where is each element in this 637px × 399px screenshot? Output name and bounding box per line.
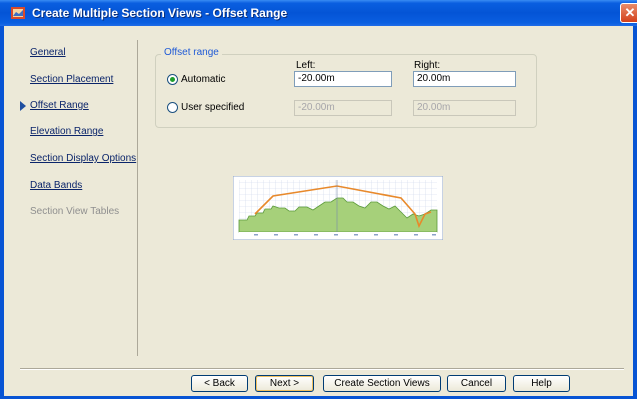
- nav-item-data-bands[interactable]: Data Bands: [30, 180, 82, 191]
- right-label: Right:: [414, 60, 441, 71]
- offset-range-group-label: Offset range: [161, 47, 222, 58]
- automatic-right-input[interactable]: 20.00m: [413, 71, 516, 87]
- automatic-left-input[interactable]: -20.00m: [294, 71, 392, 87]
- nav-separator: [137, 40, 138, 356]
- user-specified-right-input: 20.00m: [413, 100, 516, 116]
- current-page-arrow-icon: [20, 101, 26, 111]
- title-bar: Create Multiple Section Views - Offset R…: [0, 0, 637, 26]
- create-section-views-button[interactable]: Create Section Views: [323, 375, 441, 392]
- section-preview-image: [233, 176, 443, 240]
- automatic-radio-label[interactable]: Automatic: [181, 74, 225, 85]
- window-border-right: [633, 26, 637, 399]
- automatic-radio[interactable]: [167, 74, 178, 85]
- close-button[interactable]: ✕: [620, 3, 637, 23]
- back-button[interactable]: < Back: [191, 375, 248, 392]
- left-label: Left:: [296, 60, 316, 71]
- offset-range-group: [155, 54, 537, 128]
- user-specified-radio-label[interactable]: User specified: [181, 102, 244, 113]
- nav-item-offset-range[interactable]: Offset Range: [30, 100, 89, 111]
- help-button[interactable]: Help: [513, 375, 570, 392]
- window-title: Create Multiple Section Views - Offset R…: [32, 6, 288, 20]
- app-icon: [11, 7, 25, 19]
- nav-item-elevation-range[interactable]: Elevation Range: [30, 126, 103, 137]
- nav-item-section-placement[interactable]: Section Placement: [30, 74, 113, 85]
- user-specified-radio[interactable]: [167, 102, 178, 113]
- window-border-left: [0, 26, 4, 399]
- nav-item-general[interactable]: General: [30, 47, 66, 58]
- dialog-window: Create Multiple Section Views - Offset R…: [0, 0, 637, 399]
- button-area-separator: [20, 368, 624, 369]
- radio-selected-dot-icon: [170, 77, 175, 82]
- cancel-button[interactable]: Cancel: [447, 375, 506, 392]
- user-specified-left-input: -20.00m: [294, 100, 392, 116]
- nav-item-section-view-tables: Section View Tables: [30, 206, 120, 217]
- next-button[interactable]: Next >: [255, 375, 314, 392]
- nav-item-section-display-options[interactable]: Section Display Options: [30, 153, 136, 164]
